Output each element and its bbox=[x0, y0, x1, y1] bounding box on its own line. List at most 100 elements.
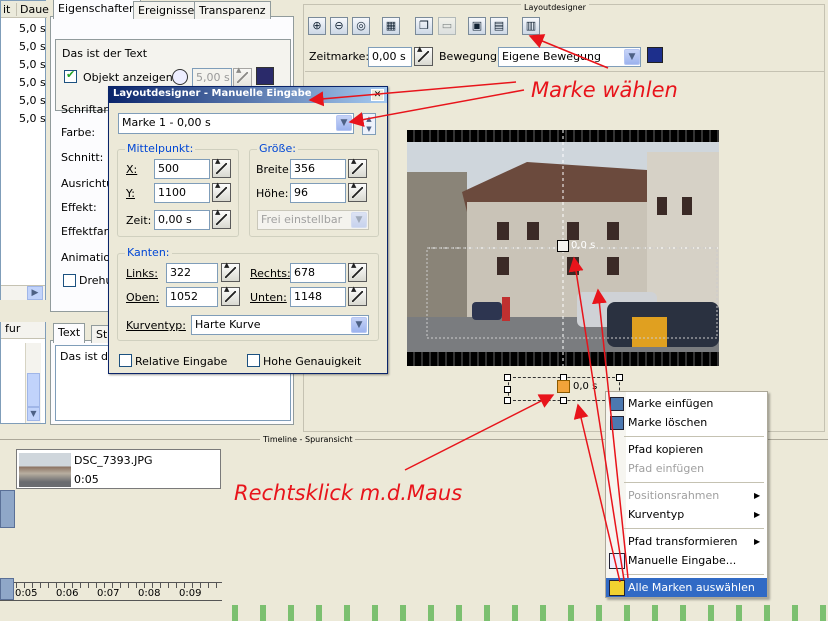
x-spin-icon[interactable] bbox=[212, 157, 231, 178]
zoom-out-icon[interactable]: ⊖ bbox=[330, 17, 348, 35]
close-icon[interactable]: ✕ bbox=[371, 89, 384, 101]
oben-spin-icon[interactable] bbox=[221, 285, 240, 306]
list-row[interactable]: 5,0 s bbox=[19, 94, 46, 107]
menu-item-label: Kurventyp bbox=[628, 508, 685, 521]
timeline-clip[interactable]: DSC_7393.JPG 0:05 bbox=[16, 449, 221, 489]
menu-separator bbox=[624, 528, 764, 529]
show-duration-field[interactable]: 5,00 s bbox=[192, 68, 232, 88]
list-row[interactable]: 5,0 s bbox=[19, 76, 46, 89]
zeitmarke-field[interactable]: 0,00 s bbox=[368, 47, 412, 67]
handle[interactable] bbox=[504, 397, 511, 404]
playhead[interactable] bbox=[0, 578, 14, 600]
kurventyp-dropdown-icon[interactable]: ▼ bbox=[351, 317, 367, 333]
zeit-spin-icon[interactable] bbox=[212, 208, 231, 229]
select-all-markers-icon bbox=[609, 580, 625, 596]
scroll-down-icon[interactable]: ▼ bbox=[27, 407, 40, 421]
toolbar-divider bbox=[305, 71, 825, 72]
keyframe-strip bbox=[222, 605, 828, 621]
unten-spin-icon[interactable] bbox=[348, 285, 367, 306]
zeitmarke-spin-icon[interactable] bbox=[414, 45, 433, 66]
insert-icon[interactable]: ▣ bbox=[468, 17, 486, 35]
handle[interactable] bbox=[560, 397, 567, 404]
links-field[interactable]: 322 bbox=[166, 263, 218, 283]
path-marker-icon[interactable] bbox=[557, 380, 570, 393]
ruler-label: 0:09 bbox=[179, 588, 202, 599]
breite-field[interactable]: 356 bbox=[290, 159, 346, 179]
y-spin-icon[interactable] bbox=[212, 181, 231, 202]
menu-item-kurventyp[interactable]: Kurventyp ▶ bbox=[606, 505, 766, 524]
zeit-field[interactable]: 0,00 s bbox=[154, 210, 210, 230]
y-field[interactable]: 1100 bbox=[154, 183, 210, 203]
menu-item-marke-einfuegen[interactable]: Marke einfügen bbox=[606, 394, 766, 413]
handle[interactable] bbox=[504, 374, 511, 381]
menu-item-marke-loeschen[interactable]: Marke löschen bbox=[606, 413, 766, 432]
tab-transparenz[interactable]: Transparenz bbox=[194, 1, 271, 19]
marke-dropdown-icon[interactable]: ▼ bbox=[336, 115, 352, 131]
context-menu: Marke einfügen Marke löschen Pfad kopier… bbox=[605, 391, 768, 598]
marke-nav-icon[interactable]: ▲ ▼ bbox=[362, 113, 376, 135]
submenu-arrow-icon: ▶ bbox=[754, 537, 761, 546]
scroll-right-icon[interactable]: ▶ bbox=[27, 286, 43, 300]
kurventyp-select[interactable]: Harte Kurve bbox=[191, 315, 369, 335]
bewegung-select[interactable]: Eigene Bewegung bbox=[498, 47, 641, 67]
zoom-fit-icon[interactable]: ◎ bbox=[352, 17, 370, 35]
unten-field[interactable]: 1148 bbox=[290, 287, 346, 307]
menu-item-pfad-transformieren[interactable]: Pfad transformieren ▶ bbox=[606, 532, 766, 551]
menu-separator bbox=[624, 436, 764, 437]
hoehe-label: Höhe: bbox=[256, 187, 289, 200]
high-precision-label: Hohe Genauigkeit bbox=[263, 355, 362, 368]
left-list-panel: it Daue 5,0 s 5,0 s 5,0 s 5,0 s 5,0 s 5,… bbox=[0, 0, 49, 300]
rechts-field[interactable]: 678 bbox=[290, 263, 346, 283]
list-row[interactable]: 5,0 s bbox=[19, 40, 46, 53]
list-header-col-1[interactable]: it bbox=[3, 3, 10, 16]
aspect-dropdown-icon[interactable]: ▼ bbox=[351, 212, 367, 228]
menu-item-label: Positionsrahmen bbox=[628, 489, 720, 502]
bewegung-dropdown-icon[interactable]: ▼ bbox=[624, 49, 640, 65]
manual-input-icon[interactable]: ▥ bbox=[522, 17, 540, 35]
hoehe-spin-icon[interactable] bbox=[348, 181, 367, 202]
rechts-spin-icon[interactable] bbox=[348, 261, 367, 282]
relative-input-checkbox[interactable] bbox=[119, 354, 132, 367]
high-precision-checkbox[interactable] bbox=[247, 354, 260, 367]
tab-ereignisse[interactable]: Ereignisse bbox=[133, 1, 200, 19]
oben-field[interactable]: 1052 bbox=[166, 287, 218, 307]
stage-canvas[interactable]: 0,0 s bbox=[407, 130, 719, 366]
scroll-thumb[interactable] bbox=[27, 373, 40, 407]
handle[interactable] bbox=[504, 386, 511, 393]
duration-spin-icon[interactable] bbox=[233, 66, 252, 87]
breite-spin-icon[interactable] bbox=[348, 157, 367, 178]
hoehe-field[interactable]: 96 bbox=[290, 183, 346, 203]
copy-icon[interactable]: ❐ bbox=[415, 17, 433, 35]
clip-name: DSC_7393.JPG bbox=[74, 454, 153, 467]
save-disk-icon[interactable] bbox=[256, 67, 274, 85]
horizontal-scrollbar[interactable]: ▶ bbox=[1, 285, 45, 300]
list-header-col-2[interactable]: Daue bbox=[16, 3, 49, 16]
paste-icon[interactable]: ▭ bbox=[438, 17, 456, 35]
menu-item-pfad-kopieren[interactable]: Pfad kopieren bbox=[606, 440, 766, 459]
mittelpunkt-title: Mittelpunkt: bbox=[125, 142, 196, 155]
tab-text[interactable]: Text bbox=[53, 323, 86, 343]
handle[interactable] bbox=[616, 374, 623, 381]
zoom-in-icon[interactable]: ⊕ bbox=[308, 17, 326, 35]
dialog-titlebar[interactable]: Layoutdesigner - Manuelle Eingabe ✕ bbox=[109, 87, 387, 103]
menu-item-alle-marken[interactable]: Alle Marken auswählen bbox=[606, 578, 767, 597]
timeline-left-marker[interactable] bbox=[0, 490, 15, 528]
bewegung-save-icon[interactable] bbox=[647, 47, 663, 63]
vertical-scrollbar[interactable]: ▼ bbox=[25, 343, 41, 423]
links-spin-icon[interactable] bbox=[221, 261, 240, 282]
stage-marker-icon[interactable] bbox=[557, 240, 569, 252]
tab-eigenschaften[interactable]: Eigenschaften bbox=[53, 0, 141, 19]
left-lower-tab[interactable]: fur bbox=[1, 322, 45, 339]
list-row[interactable]: 5,0 s bbox=[19, 58, 46, 71]
x-field[interactable]: 500 bbox=[154, 159, 210, 179]
object-text: Das ist der Text bbox=[62, 47, 148, 60]
show-object-checkbox[interactable]: ✔ bbox=[64, 68, 77, 83]
menu-item-manuelle-eingabe[interactable]: Manuelle Eingabe... bbox=[606, 551, 766, 570]
menu-item-positionsrahmen: Positionsrahmen ▶ bbox=[606, 486, 766, 505]
marke-select[interactable]: Marke 1 - 0,00 s bbox=[118, 113, 354, 134]
rotation-checkbox[interactable] bbox=[63, 274, 76, 287]
grid-icon[interactable]: ▦ bbox=[382, 17, 400, 35]
list-row[interactable]: 5,0 s bbox=[19, 22, 46, 35]
list-row[interactable]: 5,0 s bbox=[19, 112, 46, 125]
delete-icon[interactable]: ▤ bbox=[490, 17, 508, 35]
